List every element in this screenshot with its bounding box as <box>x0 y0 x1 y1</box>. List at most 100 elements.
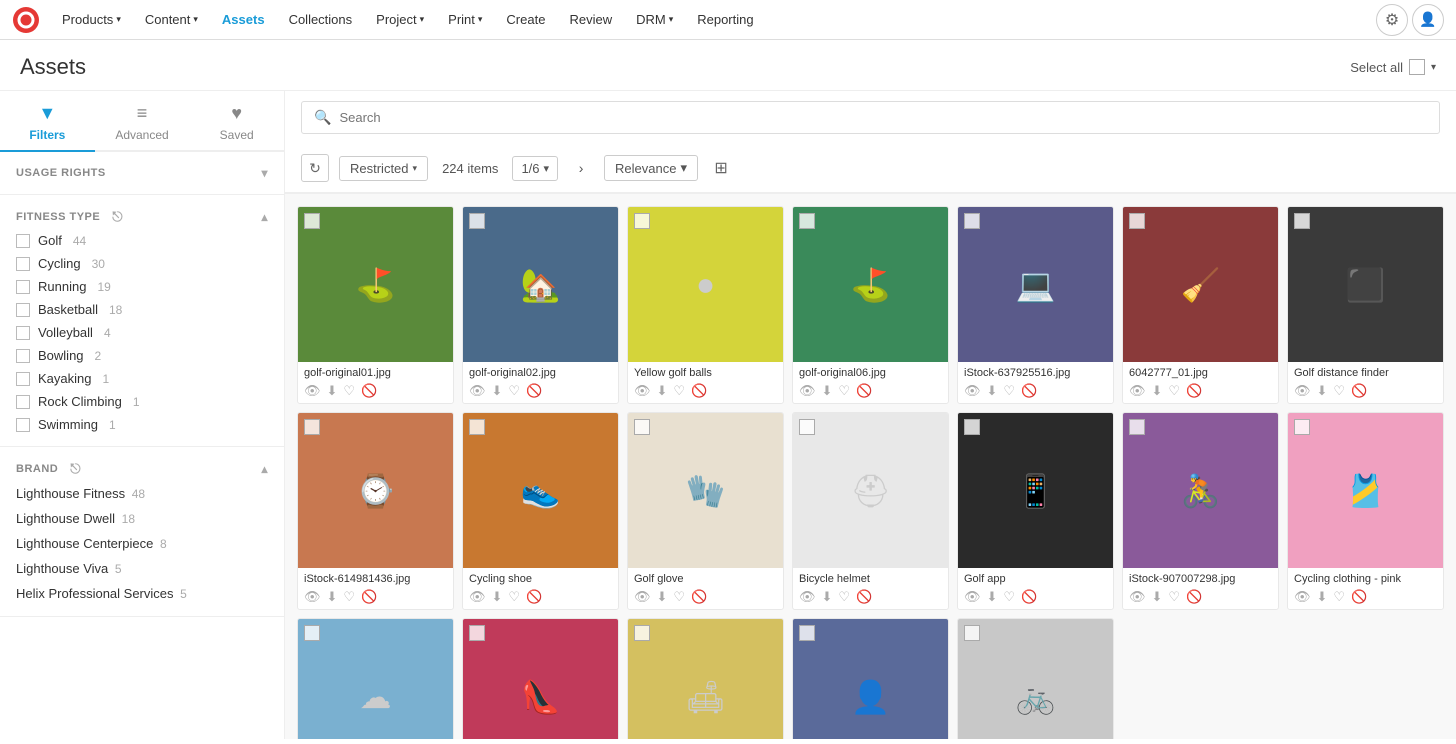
asset-card[interactable]: 🧤 Golf glove 👁 ⬇ ♡ 🚫 <box>627 412 784 610</box>
asset-select-checkbox[interactable] <box>1294 213 1310 229</box>
asset-select-checkbox[interactable] <box>799 419 815 435</box>
brand-edit-icon[interactable]: ⎋ <box>70 461 81 477</box>
download-icon[interactable]: ⬇ <box>327 589 338 605</box>
asset-card[interactable]: 🛋 👁 ⬇ ♡ 🚫 <box>627 618 784 739</box>
app-logo[interactable] <box>12 6 40 34</box>
asset-select-checkbox[interactable] <box>469 625 485 641</box>
tab-saved[interactable]: ♥ Saved <box>189 91 284 152</box>
asset-select-checkbox[interactable] <box>1129 419 1145 435</box>
nav-print[interactable]: Print ▾ <box>438 0 492 40</box>
asset-card[interactable]: 👠 👁 ⬇ ♡ 🚫 <box>462 618 619 739</box>
preview-icon[interactable]: 👁 <box>469 589 486 605</box>
fitness-filter-checkbox[interactable] <box>16 303 30 317</box>
refresh-button[interactable]: ↻ <box>301 154 329 182</box>
asset-select-checkbox[interactable] <box>304 213 320 229</box>
restrict-icon[interactable]: 🚫 <box>856 589 872 605</box>
fitness-filter-item[interactable]: Swimming 1 <box>16 413 268 436</box>
restrict-icon[interactable]: 🚫 <box>1186 383 1202 399</box>
asset-select-checkbox[interactable] <box>634 419 650 435</box>
fitness-filter-item[interactable]: Basketball 18 <box>16 298 268 321</box>
sort-dropdown[interactable]: Relevance ▾ <box>604 155 698 181</box>
usage-rights-header[interactable]: USAGE RIGHTS ▾ <box>16 162 268 184</box>
fitness-filter-checkbox[interactable] <box>16 395 30 409</box>
favorite-icon[interactable]: ♡ <box>1333 589 1345 605</box>
download-icon[interactable]: ⬇ <box>327 383 338 399</box>
asset-card[interactable]: 🚴 iStock-907007298.jpg 👁 ⬇ ♡ 🚫 <box>1122 412 1279 610</box>
asset-select-checkbox[interactable] <box>964 419 980 435</box>
restrict-icon[interactable]: 🚫 <box>856 383 872 399</box>
preview-icon[interactable]: 👁 <box>304 589 321 605</box>
asset-select-checkbox[interactable] <box>304 419 320 435</box>
fitness-filter-checkbox[interactable] <box>16 234 30 248</box>
favorite-icon[interactable]: ♡ <box>343 589 355 605</box>
fitness-type-edit-icon[interactable]: ⎋ <box>112 209 123 225</box>
preview-icon[interactable]: 👁 <box>964 383 981 399</box>
preview-icon[interactable]: 👁 <box>1294 383 1311 399</box>
brand-filter-item[interactable]: Helix Professional Services 5 <box>16 581 268 606</box>
search-input[interactable] <box>339 110 1427 125</box>
download-icon[interactable]: ⬇ <box>1152 589 1163 605</box>
asset-select-checkbox[interactable] <box>304 625 320 641</box>
select-all-checkbox[interactable] <box>1409 59 1425 75</box>
download-icon[interactable]: ⬇ <box>492 589 503 605</box>
nav-products[interactable]: Products ▾ <box>52 0 131 40</box>
asset-select-checkbox[interactable] <box>1294 419 1310 435</box>
asset-card[interactable]: 💻 iStock-637925516.jpg 👁 ⬇ ♡ 🚫 <box>957 206 1114 404</box>
user-avatar[interactable]: 👤 <box>1412 4 1444 36</box>
asset-card[interactable]: 🚲 👁 ⬇ ♡ 🚫 <box>957 618 1114 739</box>
nav-assets[interactable]: Assets <box>212 0 275 40</box>
preview-icon[interactable]: 👁 <box>1129 589 1146 605</box>
restrict-icon[interactable]: 🚫 <box>691 383 707 399</box>
fitness-filter-checkbox[interactable] <box>16 418 30 432</box>
download-icon[interactable]: ⬇ <box>987 589 998 605</box>
fitness-filter-item[interactable]: Kayaking 1 <box>16 367 268 390</box>
favorite-icon[interactable]: ♡ <box>1003 383 1015 399</box>
favorite-icon[interactable]: ♡ <box>1168 383 1180 399</box>
favorite-icon[interactable]: ♡ <box>508 589 520 605</box>
preview-icon[interactable]: 👁 <box>1129 383 1146 399</box>
preview-icon[interactable]: 👁 <box>964 589 981 605</box>
asset-select-checkbox[interactable] <box>964 213 980 229</box>
download-icon[interactable]: ⬇ <box>987 383 998 399</box>
download-icon[interactable]: ⬇ <box>822 589 833 605</box>
preview-icon[interactable]: 👁 <box>304 383 321 399</box>
favorite-icon[interactable]: ♡ <box>343 383 355 399</box>
preview-icon[interactable]: 👁 <box>799 589 816 605</box>
restrict-icon[interactable]: 🚫 <box>1351 589 1367 605</box>
nav-create[interactable]: Create <box>496 0 555 40</box>
fitness-filter-item[interactable]: Cycling 30 <box>16 252 268 275</box>
asset-card[interactable]: 🧹 6042777_01.jpg 👁 ⬇ ♡ 🚫 <box>1122 206 1279 404</box>
asset-select-checkbox[interactable] <box>799 213 815 229</box>
favorite-icon[interactable]: ♡ <box>1003 589 1015 605</box>
restrict-icon[interactable]: 🚫 <box>1021 589 1037 605</box>
restrict-icon[interactable]: 🚫 <box>361 589 377 605</box>
asset-select-checkbox[interactable] <box>1129 213 1145 229</box>
asset-card[interactable]: ⌚ iStock-614981436.jpg 👁 ⬇ ♡ 🚫 <box>297 412 454 610</box>
asset-card[interactable]: ● Yellow golf balls 👁 ⬇ ♡ 🚫 <box>627 206 784 404</box>
grid-view-button[interactable]: ⊞ <box>708 155 734 181</box>
asset-card[interactable]: 🎽 Cycling clothing - pink 👁 ⬇ ♡ 🚫 <box>1287 412 1444 610</box>
nav-collections[interactable]: Collections <box>279 0 363 40</box>
download-icon[interactable]: ⬇ <box>1317 589 1328 605</box>
asset-select-checkbox[interactable] <box>799 625 815 641</box>
settings-icon[interactable]: ⚙ <box>1376 4 1408 36</box>
preview-icon[interactable]: 👁 <box>634 589 651 605</box>
restrict-icon[interactable]: 🚫 <box>1186 589 1202 605</box>
asset-card[interactable]: ☁ 👁 ⬇ ♡ 🚫 <box>297 618 454 739</box>
restrict-icon[interactable]: 🚫 <box>1351 383 1367 399</box>
download-icon[interactable]: ⬇ <box>657 589 668 605</box>
asset-card[interactable]: ⛳ golf-original06.jpg 👁 ⬇ ♡ 🚫 <box>792 206 949 404</box>
preview-icon[interactable]: 👁 <box>469 383 486 399</box>
preview-icon[interactable]: 👁 <box>634 383 651 399</box>
search-bar[interactable]: 🔍 <box>301 101 1440 134</box>
restrict-icon[interactable]: 🚫 <box>361 383 377 399</box>
favorite-icon[interactable]: ♡ <box>673 589 685 605</box>
asset-select-checkbox[interactable] <box>964 625 980 641</box>
nav-project[interactable]: Project ▾ <box>366 0 434 40</box>
asset-card[interactable]: 📱 Golf app 👁 ⬇ ♡ 🚫 <box>957 412 1114 610</box>
brand-header[interactable]: BRAND ⎋ ▴ <box>16 457 268 481</box>
page-selector[interactable]: 1/6 ▾ <box>512 156 558 181</box>
tab-advanced[interactable]: ≡ Advanced <box>95 91 190 152</box>
asset-card[interactable]: 🏡 golf-original02.jpg 👁 ⬇ ♡ 🚫 <box>462 206 619 404</box>
favorite-icon[interactable]: ♡ <box>838 383 850 399</box>
